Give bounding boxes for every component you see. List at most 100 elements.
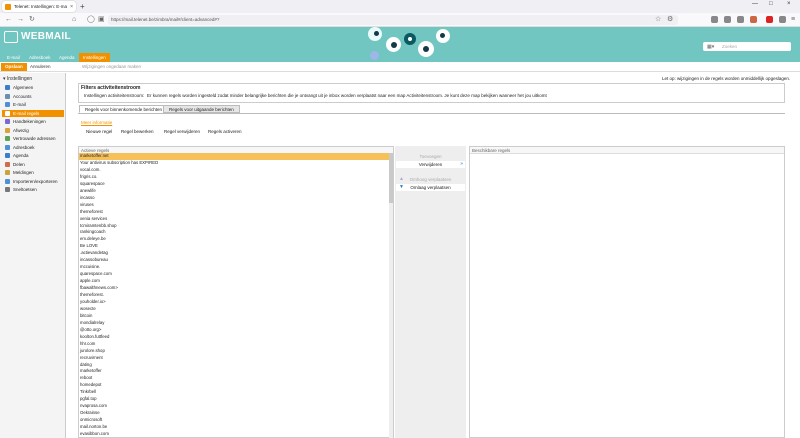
rule-row[interactable]: jurolore.shop <box>79 348 389 355</box>
sidebar-item-icon <box>5 178 10 184</box>
rule-row[interactable]: anewlife <box>79 188 389 195</box>
sidebar-item[interactable]: Agenda <box>2 152 64 159</box>
rules-scrollbar-thumb[interactable] <box>389 153 393 203</box>
cancel-button[interactable]: Annuleren <box>30 63 51 71</box>
search-field[interactable] <box>703 42 791 51</box>
tab-outgoing-rules[interactable]: Regels voor uitgaande berichten <box>163 105 240 113</box>
bookmark-star-icon[interactable]: ☆ <box>655 15 661 25</box>
maximize-icon[interactable]: □ <box>769 1 773 7</box>
rule-row[interactable]: em.deleye.be <box>79 236 389 243</box>
sidebar-item[interactable]: Adresboek <box>2 144 64 151</box>
move-up-button[interactable]: Omhoog verplaatsen ▲ <box>396 176 465 183</box>
nav-adresboek[interactable]: Adresboek <box>25 53 55 62</box>
rule-row[interactable]: mccuisine. <box>79 264 389 271</box>
rule-row[interactable]: quarespace.com <box>79 271 389 278</box>
rule-row[interactable]: viruses <box>79 202 389 209</box>
rule-row[interactable]: Oekrainse <box>79 410 389 417</box>
sidebar-item[interactable]: E-mail regels <box>2 109 64 117</box>
nav-email[interactable]: E-mail <box>3 53 24 62</box>
rule-row[interactable]: youholder.io> <box>79 299 389 306</box>
rule-row[interactable]: squarespace <box>79 181 389 188</box>
rule-row[interactable]: dating <box>79 362 389 369</box>
home-icon[interactable]: ⌂ <box>72 15 76 25</box>
rule-row[interactable]: marketoffer.net <box>79 153 389 160</box>
rule-row[interactable]: reboot <box>79 375 389 382</box>
downloads-icon[interactable] <box>724 16 731 23</box>
rule-row[interactable]: incassobureau <box>79 257 389 264</box>
rule-row[interactable]: homedepot <box>79 382 389 389</box>
extension-icon[interactable] <box>750 16 757 23</box>
sidebar-title[interactable]: ▾ Instellingen <box>3 76 32 82</box>
rule-row[interactable]: apple.com <box>79 278 389 285</box>
rule-row[interactable]: frigris.co. <box>79 174 389 181</box>
delete-rule-button[interactable]: Regel verwijderen <box>164 129 200 134</box>
sidebar-item[interactable]: Meldingen <box>2 169 64 176</box>
new-rule-button[interactable]: Nieuwe regel <box>86 129 112 134</box>
sidebar-item[interactable]: E-mail <box>2 101 64 108</box>
pocket-icon[interactable] <box>711 16 718 23</box>
edit-rule-button[interactable]: Regel bewerken <box>121 129 154 134</box>
tab-incoming-rules[interactable]: Regels voor binnenkomende berichten <box>79 105 169 113</box>
rule-row[interactable]: rankingcoach <box>79 229 389 236</box>
rule-row[interactable]: koolton.futtfeed <box>79 334 389 341</box>
forward-icon[interactable]: → <box>17 15 24 25</box>
browser-tab[interactable]: Telenet: Instellingen: E-mail re × <box>2 1 76 12</box>
sidebar-item[interactable]: Importeren/exporteren <box>2 178 64 185</box>
rule-row[interactable]: .actievandetag <box>79 250 389 257</box>
rule-row[interactable]: fbawalthnews.com> <box>79 285 389 292</box>
close-window-icon[interactable]: × <box>787 1 791 7</box>
sidebar-item-label: Delen <box>13 161 25 167</box>
sidebar-item[interactable]: Vertrouwde adressen <box>2 135 64 142</box>
ublock-icon[interactable] <box>766 16 773 23</box>
more-info-link[interactable]: Meer informatie <box>81 120 112 125</box>
sidebar-item[interactable]: Delen <box>2 161 64 168</box>
sidebar-item[interactable]: Algemeen <box>2 84 64 91</box>
url-text[interactable]: https://mail.telenet.be/zimbra/mail#/cli… <box>111 17 219 22</box>
activate-rules-button[interactable]: Regels activeren <box>208 129 242 134</box>
sidebar-item[interactable]: Handtekeningen <box>2 118 64 125</box>
nav-instellingen[interactable]: Instellingen <box>79 53 110 62</box>
nav-agenda[interactable]: Agenda <box>55 53 79 62</box>
rule-row[interactable]: nvaprosa.com <box>79 403 389 410</box>
save-button[interactable]: Opslaan <box>1 63 27 71</box>
sidebar-item[interactable]: Accounts <box>2 93 64 100</box>
reload-icon[interactable]: ↻ <box>29 15 35 25</box>
rule-row[interactable]: xenia services <box>79 216 389 223</box>
rule-row[interactable]: marketoffer <box>79 368 389 375</box>
rule-row[interactable]: tcmiramtenbb.shop <box>79 223 389 230</box>
tab-close-icon[interactable]: × <box>70 4 73 10</box>
search-input[interactable]: Zoeken <box>722 44 737 49</box>
account-icon[interactable] <box>737 16 744 23</box>
sidebar-item[interactable]: Afwezig <box>2 127 64 134</box>
rule-row[interactable]: @otto.org> <box>79 327 389 334</box>
search-scope-icon[interactable]: ▦▾ <box>707 44 714 50</box>
rule-row[interactable]: recruvirnent <box>79 355 389 362</box>
rule-row[interactable]: Tinkrbell <box>79 389 389 396</box>
extensions-icon[interactable] <box>779 16 786 23</box>
rule-row[interactable]: pgfal.top <box>79 396 389 403</box>
shield-icon[interactable]: ◯ <box>87 15 95 25</box>
rule-row[interactable]: mondialrelay <box>79 320 389 327</box>
add-rule-button[interactable]: Toevoegen <box>396 153 465 160</box>
rule-row[interactable]: incasso <box>79 195 389 202</box>
back-icon[interactable]: ← <box>5 15 12 25</box>
sidebar-item[interactable]: Sneltoetsen <box>2 186 64 193</box>
rule-row[interactable]: vocal.com. <box>79 167 389 174</box>
rule-row[interactable]: themeforest <box>79 209 389 216</box>
move-down-button[interactable]: Omlaag verplaatsen ▼ <box>396 184 465 191</box>
undo-changes-button[interactable]: Wijzigingen ongedaan maken <box>82 63 141 71</box>
rule-row[interactable]: Your antivirus subscription has EXPIRED <box>79 160 389 167</box>
menu-icon[interactable]: ≡ <box>791 15 795 25</box>
minimize-icon[interactable]: — <box>752 1 758 7</box>
rule-row[interactable]: hhr.com <box>79 341 389 348</box>
new-tab-button[interactable]: + <box>80 2 85 11</box>
rule-row[interactable]: evasibbon.com <box>79 431 389 438</box>
remove-rule-button[interactable]: Verwijderen » <box>396 161 465 168</box>
rule-row[interactable]: bitcoin <box>79 313 389 320</box>
rule-row[interactable]: wosecte <box>79 306 389 313</box>
rule-row[interactable]: mail.norton.be <box>79 424 389 431</box>
rule-row[interactable]: themeforest. <box>79 292 389 299</box>
rule-row[interactable]: Be LOVE <box>79 243 389 250</box>
reader-icon[interactable]: ⚙ <box>667 15 673 25</box>
rule-row[interactable]: onmicrosoft <box>79 417 389 424</box>
